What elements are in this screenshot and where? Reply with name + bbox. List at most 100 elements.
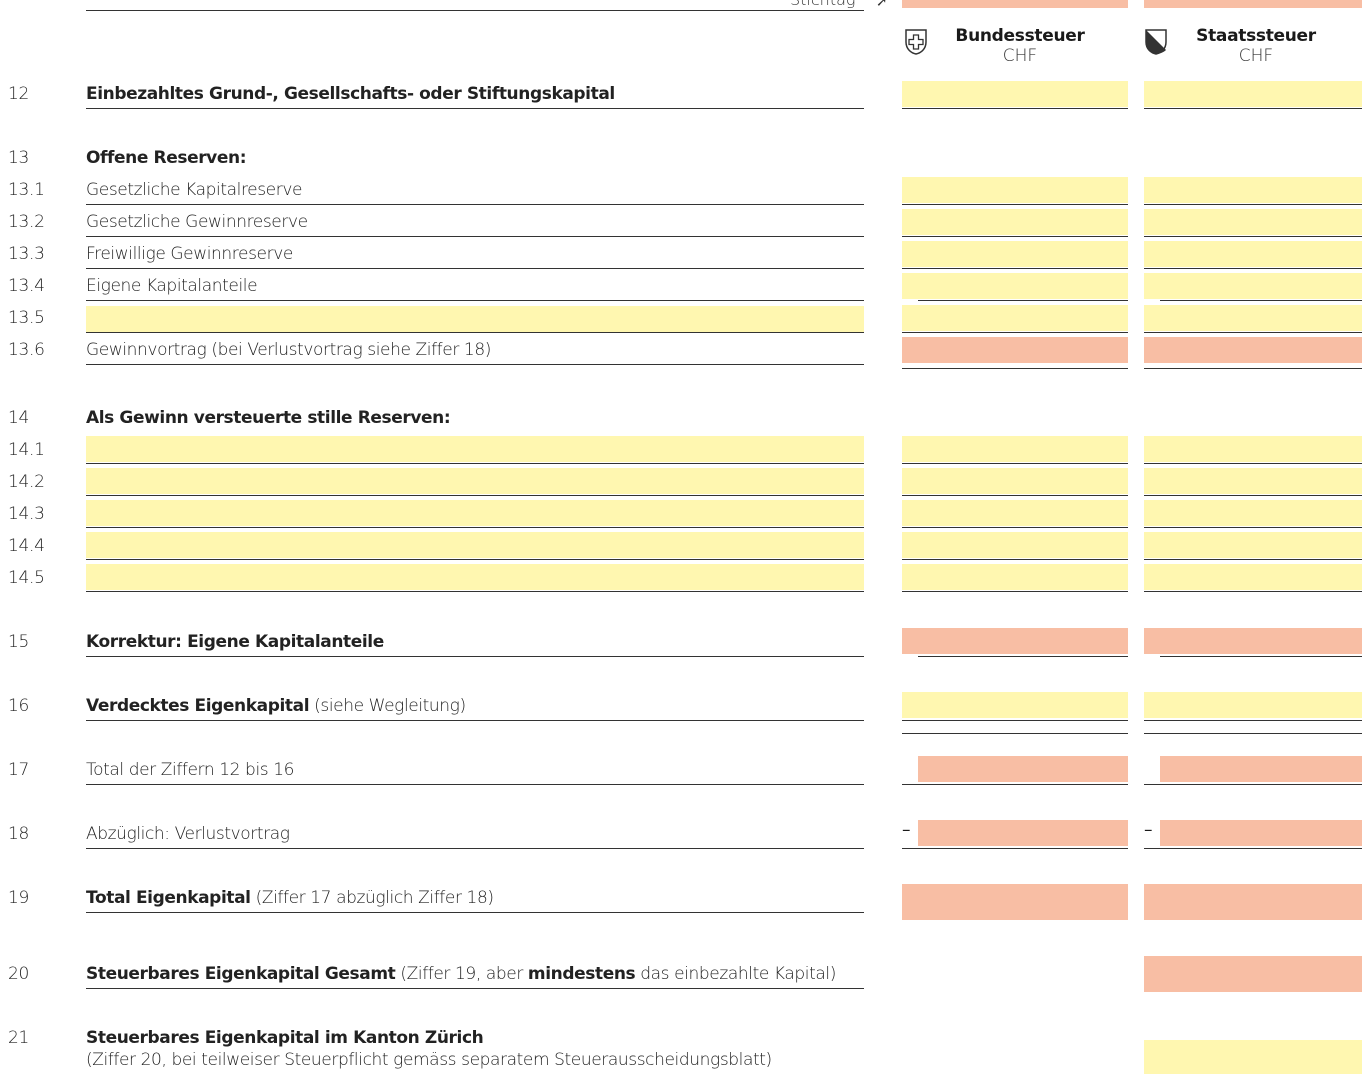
row-rule (86, 527, 864, 528)
field-14-5-label-input[interactable] (86, 564, 864, 590)
row-number: 13.4 (8, 276, 45, 296)
field-rule (918, 300, 1128, 301)
field-16-state[interactable] (1144, 692, 1362, 718)
field-rule (1144, 204, 1362, 205)
field-14-5-federal[interactable] (902, 564, 1128, 590)
state-column-currency: CHF (1238, 46, 1274, 66)
row-number: 14.2 (8, 472, 45, 492)
field-14-2-federal[interactable] (902, 468, 1128, 494)
field-13-2-state[interactable] (1144, 209, 1362, 235)
field-rule (1144, 784, 1362, 785)
field-14-2-state[interactable] (1144, 468, 1362, 494)
row-label-rest: das einbezahlte Kapital) (635, 964, 836, 984)
row-label-total-12-16: Total der Ziffern 12 bis 16 (86, 760, 295, 780)
field-rule (902, 204, 1128, 205)
field-14-1-label-input[interactable] (86, 436, 864, 462)
field-rule (902, 848, 1128, 849)
field-14-4-federal[interactable] (902, 532, 1128, 558)
field-14-5-state[interactable] (1144, 564, 1362, 590)
field-rule (1144, 591, 1362, 592)
row-number: 21 (8, 1028, 30, 1048)
row-rule (86, 108, 864, 109)
field-18-federal[interactable] (918, 820, 1128, 846)
minus-sign: – (1144, 820, 1153, 840)
row-label: Eigene Kapitalanteile (86, 276, 258, 296)
row-rule (86, 332, 864, 333)
row-rule (86, 463, 864, 464)
field-13-3-federal[interactable] (902, 241, 1128, 267)
row-number: 17 (8, 760, 30, 780)
row-label-correction: Korrektur: Eigene Kapitalanteile (86, 632, 384, 652)
field-14-3-federal[interactable] (902, 500, 1128, 526)
field-13-6-state[interactable] (1144, 337, 1362, 363)
field-rule (902, 268, 1128, 269)
field-13-5-state[interactable] (1144, 305, 1362, 331)
minus-sign: – (902, 820, 911, 840)
row-rule (86, 236, 864, 237)
field-14-1-federal[interactable] (902, 436, 1128, 462)
field-rule (1160, 300, 1362, 301)
field-17-federal[interactable] (918, 756, 1128, 782)
row-rule (86, 848, 864, 849)
field-rule (1144, 848, 1362, 849)
field-19-federal[interactable] (902, 884, 1128, 920)
field-20-state[interactable] (1144, 956, 1362, 992)
field-15-state[interactable] (1144, 628, 1362, 654)
field-13-5-label-input[interactable] (86, 306, 864, 332)
row-rule (86, 656, 864, 657)
field-rule (1144, 720, 1362, 721)
row-label-taxable-equity-total: Steuerbares Eigenkapital Gesamt (Ziffer … (86, 964, 836, 984)
field-13-1-federal[interactable] (902, 177, 1128, 203)
row-rule (86, 495, 864, 496)
field-rule (902, 559, 1128, 560)
stichtag-field-state[interactable] (1144, 0, 1362, 8)
field-rule (902, 463, 1128, 464)
field-14-3-state[interactable] (1144, 500, 1362, 526)
state-column-title: Staatssteuer (1196, 26, 1316, 46)
field-18-state[interactable] (1160, 820, 1362, 846)
row-number: 13.6 (8, 340, 45, 360)
row-label: Gewinnvortrag (bei Verlustvortrag siehe … (86, 340, 491, 360)
row-label-bold: Steuerbares Eigenkapital Gesamt (86, 964, 396, 984)
row-label-taxable-equity-zurich-note: (Ziffer 20, bei teilweiser Steuerpflicht… (86, 1050, 772, 1070)
row-label-hidden-reserves: Als Gewinn versteuerte stille Reserven: (86, 408, 451, 428)
field-12-federal[interactable] (902, 81, 1128, 107)
row-number: 13 (8, 148, 30, 168)
field-rule (902, 527, 1128, 528)
stichtag-field-federal[interactable] (902, 0, 1128, 8)
field-13-6-federal[interactable] (902, 337, 1128, 363)
field-13-5-federal[interactable] (902, 305, 1128, 331)
field-14-4-label-input[interactable] (86, 532, 864, 558)
field-19-state[interactable] (1144, 884, 1362, 920)
field-13-4-federal[interactable] (902, 273, 1128, 299)
field-14-4-state[interactable] (1144, 532, 1362, 558)
row-rule (86, 912, 864, 913)
row-number: 20 (8, 964, 30, 984)
row-rule (86, 591, 864, 592)
row-rule (86, 559, 864, 560)
row-rule (86, 784, 864, 785)
field-15-federal[interactable] (902, 628, 1128, 654)
row-rule (86, 988, 864, 989)
field-14-3-label-input[interactable] (86, 500, 864, 526)
row-number: 14.4 (8, 536, 45, 556)
field-14-2-label-input[interactable] (86, 468, 864, 494)
row-number: 13.3 (8, 244, 45, 264)
federal-column-title: Bundessteuer (955, 26, 1085, 46)
row-number: 14.1 (8, 440, 45, 460)
row-label-rest: (Ziffer 17 abzüglich Ziffer 18) (250, 888, 494, 908)
field-21-state[interactable] (1144, 1040, 1362, 1074)
field-13-4-state[interactable] (1144, 273, 1362, 299)
field-17-state[interactable] (1160, 756, 1362, 782)
row-label-taxable-equity-zurich: Steuerbares Eigenkapital im Kanton Züric… (86, 1028, 484, 1048)
row-rule (86, 300, 864, 301)
field-14-1-state[interactable] (1144, 436, 1362, 462)
field-rule (902, 332, 1128, 333)
field-13-3-state[interactable] (1144, 241, 1362, 267)
field-rule (1144, 527, 1362, 528)
row-number: 13.5 (8, 308, 45, 328)
field-12-state[interactable] (1144, 81, 1362, 107)
field-16-federal[interactable] (902, 692, 1128, 718)
field-13-2-federal[interactable] (902, 209, 1128, 235)
field-13-1-state[interactable] (1144, 177, 1362, 203)
